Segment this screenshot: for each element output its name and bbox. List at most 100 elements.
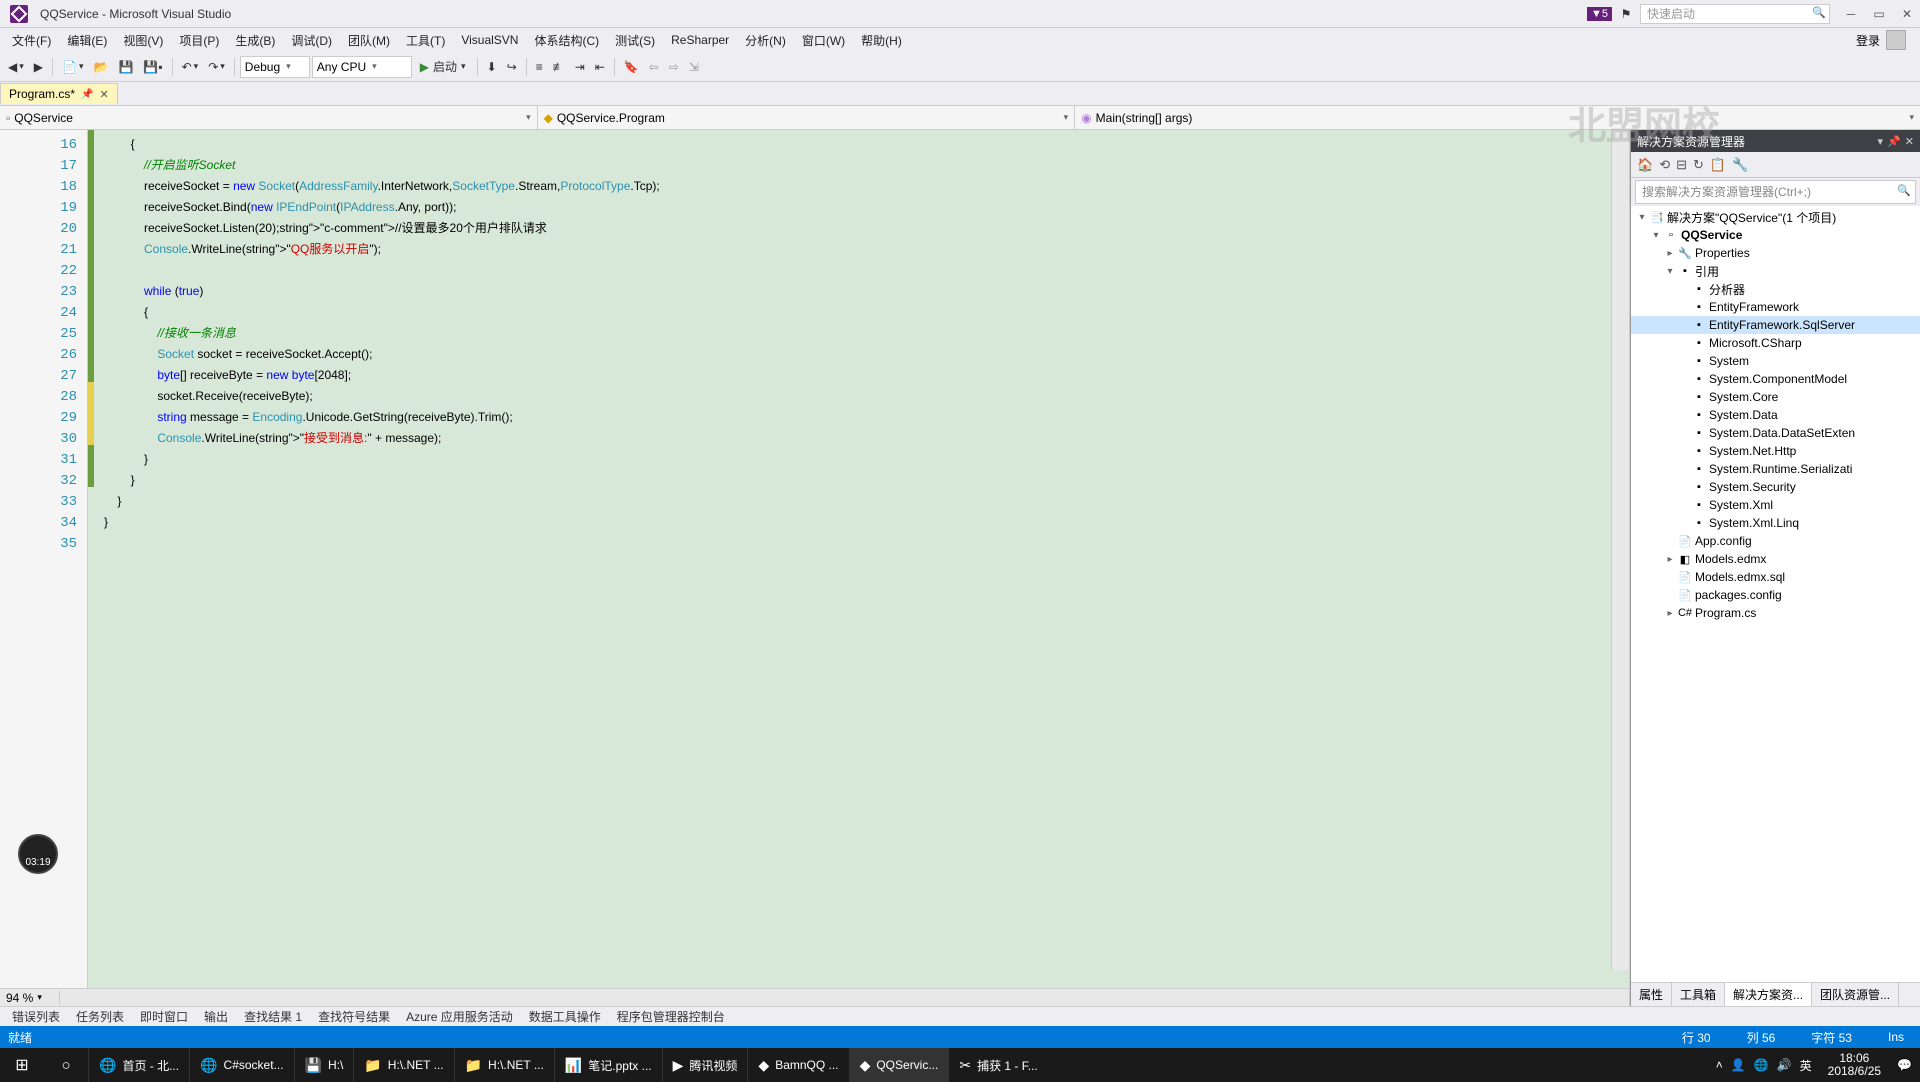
start-debug-button[interactable]: ▶启动▾ <box>414 56 472 77</box>
system-tray[interactable]: ˄ 👤 🌐 🔊 英 18:062018/6/25 💬 <box>1708 1052 1920 1078</box>
menu-visualsvn[interactable]: VisualSVN <box>453 30 526 50</box>
tree-row[interactable]: ▾▫QQService <box>1631 226 1920 244</box>
tray-net-icon[interactable]: 🌐 <box>1754 1058 1769 1072</box>
menu-view[interactable]: 视图(V) <box>115 29 171 52</box>
flag-icon[interactable]: ⚑ <box>1616 4 1636 24</box>
panel-dropdown-icon[interactable]: ▾ <box>1878 135 1884 148</box>
tab-team[interactable]: 团队资源管... <box>1812 983 1899 1006</box>
bottom-tab[interactable]: 输出 <box>198 1007 234 1026</box>
new-file-button[interactable]: 📄▾ <box>58 58 87 76</box>
config-dropdown[interactable]: Debug▾ <box>240 56 310 78</box>
menu-resharper[interactable]: ReSharper <box>663 30 737 50</box>
outdent-button[interactable]: ⇤ <box>591 58 609 76</box>
close-button[interactable]: ✕ <box>1898 7 1916 21</box>
tree-row[interactable]: ▸C#Program.cs <box>1631 604 1920 622</box>
menu-analyze[interactable]: 分析(N) <box>737 29 794 52</box>
forward-button[interactable]: ▶ <box>30 58 47 76</box>
taskbar-item[interactable]: ◆BamnQQ ... <box>747 1048 848 1082</box>
tree-row[interactable]: ▪EntityFramework <box>1631 298 1920 316</box>
step-into-icon[interactable]: ↪ <box>503 58 521 76</box>
menu-build[interactable]: 生成(B) <box>227 29 283 52</box>
undo-button[interactable]: ↶▾ <box>178 58 203 76</box>
step-icon[interactable]: ⬇ <box>483 58 501 76</box>
platform-dropdown[interactable]: Any CPU▾ <box>312 56 412 78</box>
editor[interactable]: 1617181920212223242526272829303132333435… <box>0 130 1630 1006</box>
menu-architecture[interactable]: 体系结构(C) <box>526 29 607 52</box>
menu-debug[interactable]: 调试(D) <box>283 29 340 52</box>
nav1-icon[interactable]: ⇦ <box>645 58 663 76</box>
bottom-tab[interactable]: 数据工具操作 <box>523 1007 607 1026</box>
tree-row[interactable]: ▪System.Data.DataSetExten <box>1631 424 1920 442</box>
tree-row[interactable]: ▪EntityFramework.SqlServer <box>1631 316 1920 334</box>
avatar-icon[interactable] <box>1886 30 1906 50</box>
tree-row[interactable]: 📄App.config <box>1631 532 1920 550</box>
panel-close-icon[interactable]: ✕ <box>1905 135 1914 148</box>
tree-row[interactable]: ▸🔧Properties <box>1631 244 1920 262</box>
show-all-icon[interactable]: 📋 <box>1710 157 1726 173</box>
taskbar-item[interactable]: 🌐C#socket... <box>189 1048 293 1082</box>
bottom-tab[interactable]: 程序包管理器控制台 <box>611 1007 731 1026</box>
tray-notif-icon[interactable]: 💬 <box>1897 1058 1912 1072</box>
bottom-tab[interactable]: 查找结果 1 <box>238 1007 308 1026</box>
bottom-tab[interactable]: 查找符号结果 <box>312 1007 396 1026</box>
panel-pin-icon[interactable]: 📌 <box>1887 135 1901 148</box>
tree-row[interactable]: ▪System.Xml.Linq <box>1631 514 1920 532</box>
tree-row[interactable]: ▪System <box>1631 352 1920 370</box>
notification-badge[interactable]: ▼5 <box>1587 7 1612 21</box>
tree-row[interactable]: ▪System.Data <box>1631 406 1920 424</box>
open-button[interactable]: 📂 <box>89 58 112 76</box>
tree-row[interactable]: 📄Models.edmx.sql <box>1631 568 1920 586</box>
save-button[interactable]: 💾 <box>114 58 137 76</box>
tree-row[interactable]: ▪System.Core <box>1631 388 1920 406</box>
menu-help[interactable]: 帮助(H) <box>853 29 910 52</box>
solution-tree[interactable]: ▾📑解决方案"QQService"(1 个项目)▾▫QQService▸🔧Pro… <box>1631 206 1920 982</box>
tab-solution[interactable]: 解决方案资... <box>1725 983 1812 1006</box>
vertical-scrollbar[interactable] <box>1611 130 1629 970</box>
collapse-icon[interactable]: ⊟ <box>1676 157 1687 173</box>
back-button[interactable]: ◀▾ <box>4 58 28 76</box>
home-icon[interactable]: 🏠 <box>1637 157 1653 173</box>
tree-row[interactable]: ▪System.ComponentModel <box>1631 370 1920 388</box>
tab-close-icon[interactable]: ✕ <box>99 88 108 101</box>
minimize-button[interactable]: ─ <box>1842 7 1860 21</box>
menu-window[interactable]: 窗口(W) <box>794 29 853 52</box>
bottom-tab[interactable]: 任务列表 <box>70 1007 130 1026</box>
tree-row[interactable]: 📄packages.config <box>1631 586 1920 604</box>
tree-row[interactable]: ▪Microsoft.CSharp <box>1631 334 1920 352</box>
tree-row[interactable]: ▪System.Runtime.Serializati <box>1631 460 1920 478</box>
zoom-dropdown[interactable]: 94 %▾ <box>0 991 60 1005</box>
taskbar-item[interactable]: 💾H:\ <box>294 1048 354 1082</box>
tab-toolbox[interactable]: 工具箱 <box>1672 983 1725 1006</box>
start-button[interactable]: ⊞ <box>0 1055 44 1075</box>
tab-properties[interactable]: 属性 <box>1631 983 1672 1006</box>
menu-test[interactable]: 测试(S) <box>607 29 663 52</box>
nav3-icon[interactable]: ⇲ <box>685 58 703 76</box>
cortana-icon[interactable]: ○ <box>44 1057 88 1074</box>
maximize-button[interactable]: ▭ <box>1870 7 1888 21</box>
bottom-tab[interactable]: Azure 应用服务活动 <box>400 1007 519 1026</box>
nav-class-dropdown[interactable]: ◆QQService.Program▾ <box>538 106 1076 129</box>
tray-up-icon[interactable]: ˄ <box>1716 1058 1723 1072</box>
tray-vol-icon[interactable]: 🔊 <box>1777 1058 1792 1072</box>
tree-row[interactable]: ▾▪引用 <box>1631 262 1920 280</box>
properties-icon[interactable]: 🔧 <box>1732 157 1748 173</box>
menu-project[interactable]: 项目(P) <box>171 29 227 52</box>
save-all-button[interactable]: 💾▪ <box>139 58 166 76</box>
bookmark-icon[interactable]: 🔖 <box>620 58 643 76</box>
refresh-icon[interactable]: ↻ <box>1693 157 1704 173</box>
quick-launch-input[interactable]: 快速启动 <box>1640 4 1830 24</box>
tray-user-icon[interactable]: 👤 <box>1731 1058 1746 1072</box>
menu-edit[interactable]: 编辑(E) <box>59 29 115 52</box>
doc-tab-program[interactable]: Program.cs* 📌 ✕ <box>0 83 118 104</box>
tree-row[interactable]: ▸◧Models.edmx <box>1631 550 1920 568</box>
solution-search[interactable]: 搜索解决方案资源管理器(Ctrl+;) <box>1635 180 1916 204</box>
tree-row[interactable]: ▪System.Net.Http <box>1631 442 1920 460</box>
comment-button[interactable]: ≡ <box>532 58 547 76</box>
nav-project-dropdown[interactable]: ▫QQService▾ <box>0 106 538 129</box>
sync-icon[interactable]: ⟲ <box>1659 157 1670 173</box>
login-link[interactable]: 登录 <box>1856 32 1880 49</box>
menu-tools[interactable]: 工具(T) <box>398 29 453 52</box>
code-pane[interactable]: { //开启监听Socket receiveSocket = new Socke… <box>94 130 1629 988</box>
redo-button[interactable]: ↷▾ <box>204 58 229 76</box>
tree-row[interactable]: ▪分析器 <box>1631 280 1920 298</box>
